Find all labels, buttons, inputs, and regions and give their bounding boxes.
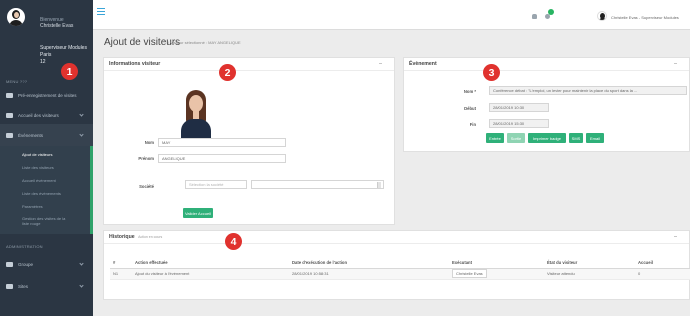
entry-button[interactable]: Entrée — [486, 133, 504, 143]
validate-reception-button[interactable]: Valider Accueil — [183, 208, 213, 218]
topbar-user-name[interactable]: Christelle Evas - Superviseur Modules — [611, 15, 679, 20]
prenom-label: Prénom — [138, 156, 154, 161]
event-end-field[interactable]: 28/01/2019 15:30 — [489, 119, 549, 128]
history-title-text: Historique — [109, 234, 135, 240]
role-line-1: Superviseur Modules — [40, 45, 87, 51]
chevron-down-icon — [79, 261, 84, 266]
col-date[interactable]: Date d'exécution de l'action — [289, 257, 449, 269]
marker-2: 2 — [219, 64, 236, 81]
avatar-body — [9, 20, 23, 26]
section-label-admin: ADMINISTRATION — [6, 244, 43, 249]
visitor-info-panel: Informations visiteur Nom MAY Prénom ANG… — [103, 57, 395, 225]
visitor-info-title: Informations visiteur — [109, 61, 161, 67]
topbar-avatar[interactable] — [597, 11, 607, 21]
user-name: Christelle Evas — [40, 23, 74, 29]
event-panel: Évènement Nom * Conférence débat : "L'em… — [403, 57, 690, 152]
sidebar-profile: Bienvenue Christelle Evas Superviseur Mo… — [0, 0, 93, 76]
collapse-icon[interactable] — [674, 63, 677, 64]
email-button[interactable]: Email — [586, 133, 604, 143]
role-line-2: Paris — [40, 52, 52, 58]
greeting: Bienvenue Christelle Evas — [40, 17, 73, 29]
collapse-icon[interactable] — [674, 236, 677, 237]
marker-1: 1 — [61, 63, 78, 80]
history-subtitle: Action en cours — [138, 235, 163, 239]
bell-icon[interactable] — [532, 14, 537, 19]
breadcrumb: / Visiteur sélectionné : MAY ANGELIQUE — [168, 40, 241, 45]
nom-field[interactable]: MAY — [158, 138, 286, 147]
avatar[interactable] — [7, 8, 25, 26]
table-header-row: # Action effectuée Date d'exécution de l… — [110, 257, 690, 269]
col-reception[interactable]: Accueil — [635, 257, 690, 269]
col-action[interactable]: Action effectuée — [132, 257, 289, 269]
submenu-item-visitor-list[interactable]: Liste des visiteurs — [22, 165, 54, 170]
chevron-down-icon — [79, 132, 84, 137]
history-table: # Action effectuée Date d'exécution de l… — [110, 257, 690, 280]
executor-box: Christelle Evas — [452, 269, 487, 278]
event-nom-label: Nom * — [463, 89, 476, 94]
avatar-face — [13, 12, 19, 18]
col-executor[interactable]: Exécutant — [449, 257, 544, 269]
sidebar-item-pre-registration[interactable]: Pré-enregistrement de visites — [0, 84, 93, 106]
sms-button[interactable]: SMS — [569, 133, 583, 143]
event-start-label: Début — [464, 106, 476, 111]
sidebar-item-group[interactable]: Groupe — [0, 253, 93, 275]
societe-search-input[interactable]: Sélection la société — [185, 180, 247, 189]
nom-label: Nom — [144, 140, 154, 145]
cell-action: Ajout du visiteur à l'évènement — [132, 268, 289, 280]
briefcase-icon — [6, 132, 13, 138]
prenom-field[interactable]: ANGELIQUE — [158, 154, 286, 163]
history-panel: Historique Action en cours # Action effe… — [103, 230, 690, 300]
collapse-icon[interactable] — [379, 63, 382, 64]
sidebar-item-visitor-reception[interactable]: Accueil des visiteurs — [0, 104, 93, 126]
submenu-item-add-visitors[interactable]: Ajout de visiteurs — [22, 152, 52, 157]
sidebar-item-label: Groupe — [18, 261, 34, 267]
print-badge-button[interactable]: Imprimer badge — [528, 133, 566, 143]
sidebar-item-label: Sites — [18, 283, 29, 289]
sidebar: Bienvenue Christelle Evas Superviseur Mo… — [0, 0, 93, 316]
cell-date: 28/01/2019 10:58:31 — [289, 268, 449, 280]
societe-label: Société — [139, 184, 154, 189]
group-icon — [6, 261, 13, 267]
societe-select[interactable] — [251, 180, 384, 189]
chevron-down-icon — [377, 182, 381, 188]
cell-executor: Christelle Evas — [449, 268, 544, 280]
history-title: Historique Action en cours — [109, 234, 162, 240]
monitor-icon — [6, 92, 13, 98]
exit-button[interactable]: Sortie — [507, 133, 525, 143]
marker-3: 3 — [483, 64, 500, 81]
notification-badge — [548, 9, 554, 15]
submenu-item-event-reception[interactable]: Accueil évènement — [22, 178, 56, 183]
submenu-item-red-list[interactable]: Gestion des visites de la liste rouge — [22, 216, 72, 226]
event-title: Évènement — [409, 61, 437, 67]
cell-number: N1 — [110, 268, 132, 280]
topbar: Christelle Evas - Superviseur Modules — [93, 0, 690, 30]
building-icon — [6, 283, 13, 289]
cell-reception: 0 — [635, 268, 690, 280]
submenu-item-settings[interactable]: Paramètres — [22, 204, 43, 209]
event-end-label: Fin — [469, 122, 476, 127]
col-number[interactable]: # — [110, 257, 132, 269]
table-row[interactable]: N1 Ajout du visiteur à l'évènement 28/01… — [110, 268, 690, 280]
sidebar-item-label: Pré-enregistrement de visites — [18, 92, 77, 98]
menu-toggle-icon[interactable] — [97, 8, 105, 15]
sidebar-item-label: Évènements — [18, 132, 44, 138]
event-name-field[interactable]: Conférence débat : "L'emploi, un levier … — [489, 86, 687, 95]
sidebar-item-sites[interactable]: Sites — [0, 275, 93, 297]
user-role: Superviseur Modules Paris 12 — [40, 45, 87, 66]
events-submenu: Ajout de visiteurs Liste des visiteurs A… — [0, 146, 93, 234]
col-visitor-state[interactable]: État du visiteur — [544, 257, 635, 269]
event-start-field[interactable]: 28/01/2019 10:30 — [489, 103, 549, 112]
marker-4: 4 — [225, 233, 242, 250]
chevron-down-icon — [79, 112, 84, 117]
sidebar-item-events[interactable]: Évènements — [0, 124, 93, 146]
chevron-down-icon — [79, 283, 84, 288]
submenu-item-event-list[interactable]: Liste des évènements — [22, 191, 61, 196]
sidebar-item-label: Accueil des visiteurs — [18, 112, 59, 118]
briefcase-icon — [6, 112, 13, 118]
visitor-photo — [178, 86, 214, 138]
cell-visitor-state: Visiteur attendu — [544, 268, 635, 280]
